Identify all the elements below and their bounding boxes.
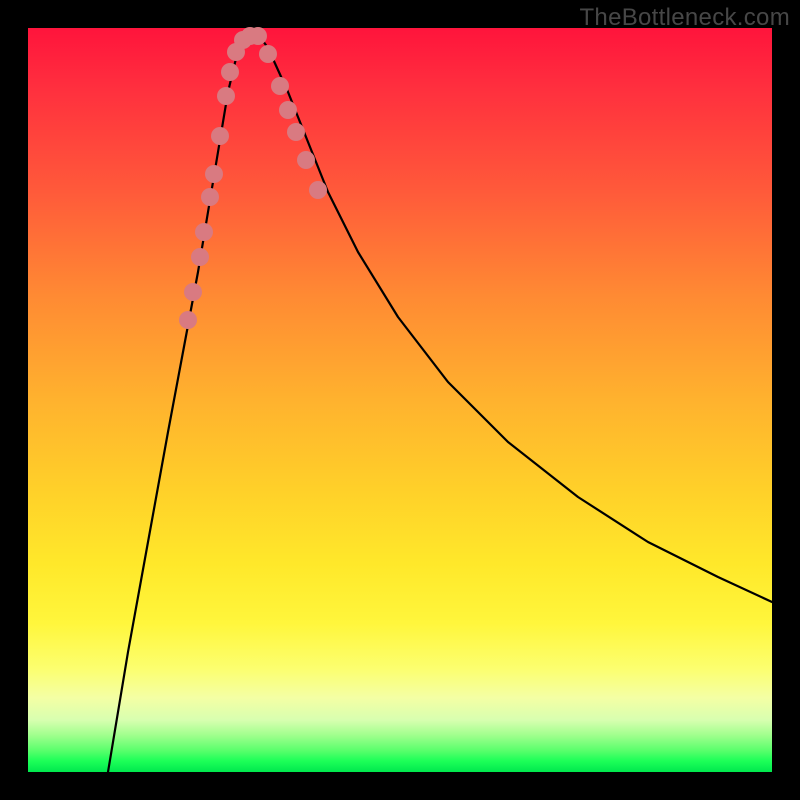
marker-dot bbox=[271, 77, 289, 95]
marker-dot bbox=[195, 223, 213, 241]
chart-frame: TheBottleneck.com bbox=[0, 0, 800, 800]
marker-dot bbox=[211, 127, 229, 145]
marker-dot bbox=[287, 123, 305, 141]
marker-dot bbox=[205, 165, 223, 183]
marker-dot bbox=[259, 45, 277, 63]
marker-dot bbox=[217, 87, 235, 105]
marker-dot bbox=[191, 248, 209, 266]
chart-svg bbox=[28, 28, 772, 772]
watermark-text: TheBottleneck.com bbox=[579, 4, 790, 32]
curve-path bbox=[108, 34, 772, 772]
marker-dot bbox=[249, 27, 267, 45]
marker-dot bbox=[179, 311, 197, 329]
marker-dot bbox=[201, 188, 219, 206]
marker-dot bbox=[221, 63, 239, 81]
markers-group bbox=[179, 27, 327, 329]
marker-dot bbox=[297, 151, 315, 169]
marker-dot bbox=[309, 181, 327, 199]
plot-area bbox=[28, 28, 772, 772]
marker-dot bbox=[184, 283, 202, 301]
marker-dot bbox=[279, 101, 297, 119]
